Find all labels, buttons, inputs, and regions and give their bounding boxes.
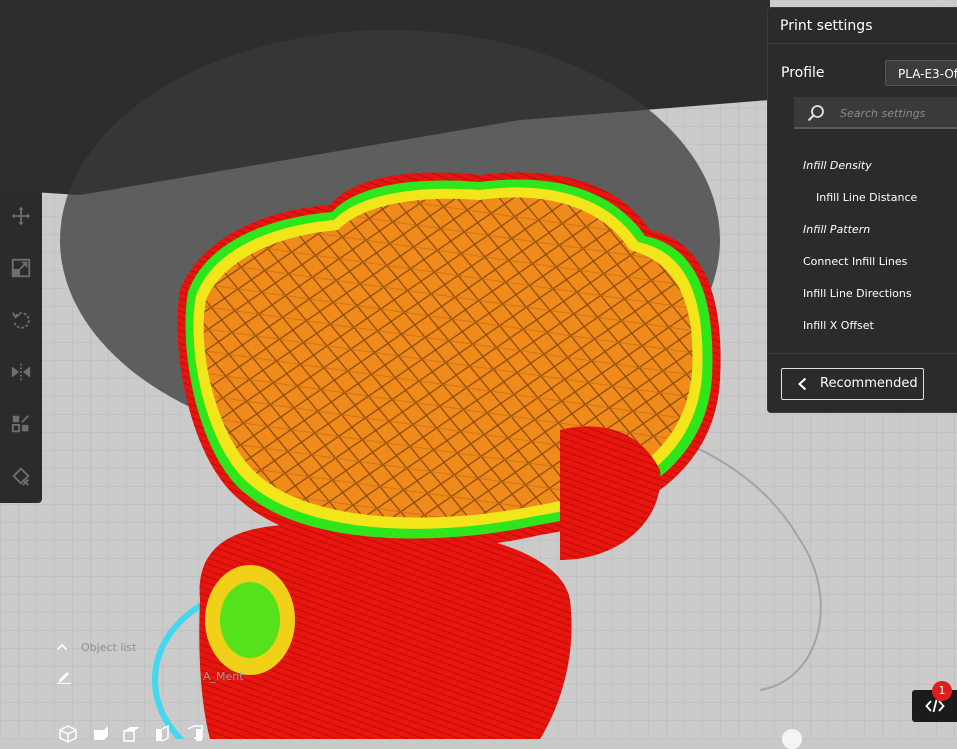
panel-divider bbox=[768, 43, 957, 44]
mirror-icon bbox=[11, 363, 31, 381]
rotate-tool-button[interactable] bbox=[3, 302, 39, 338]
edit-icon[interactable] bbox=[56, 668, 72, 684]
notification-badge: 1 bbox=[932, 681, 952, 701]
setting-infill-line-distance[interactable]: Infill Line Distance bbox=[816, 182, 917, 214]
left-view-icon[interactable] bbox=[154, 725, 174, 743]
setting-infill-x-offset[interactable]: Infill X Offset bbox=[803, 310, 874, 342]
support-blocker-icon bbox=[12, 467, 30, 486]
3d-view-icon[interactable] bbox=[58, 725, 78, 743]
search-icon bbox=[807, 105, 824, 122]
setting-infill-y-offset[interactable]: Infill Y Offset bbox=[803, 342, 873, 352]
scale-tool-button[interactable] bbox=[3, 250, 39, 286]
support-blocker-button[interactable] bbox=[3, 458, 39, 494]
search-placeholder: Search settings bbox=[840, 107, 926, 120]
top-view-icon[interactable] bbox=[122, 725, 142, 743]
chevron-left-icon bbox=[798, 377, 807, 391]
recommended-button[interactable]: Recommended bbox=[781, 368, 924, 400]
move-tool-button[interactable] bbox=[3, 198, 39, 234]
move-icon bbox=[11, 206, 31, 226]
layer-slider-handle[interactable] bbox=[782, 729, 802, 749]
panel-footer-divider bbox=[768, 353, 957, 354]
scale-icon bbox=[11, 258, 31, 278]
setting-infill-pattern[interactable]: Infill Pattern bbox=[803, 214, 870, 246]
setting-infill-line-directions[interactable]: Infill Line Directions bbox=[803, 278, 912, 310]
setting-connect-infill-lines[interactable]: Connect Infill Lines bbox=[803, 246, 907, 278]
recommended-label: Recommended bbox=[820, 376, 918, 391]
panel-title: Print settings bbox=[780, 18, 873, 34]
per-model-settings-icon bbox=[11, 415, 29, 433]
mirror-tool-button[interactable] bbox=[3, 354, 39, 390]
rotate-icon bbox=[11, 312, 30, 329]
per-model-settings-button[interactable] bbox=[3, 406, 39, 442]
right-view-icon[interactable] bbox=[186, 725, 206, 743]
front-view-icon[interactable] bbox=[90, 725, 110, 743]
object-list-toggle[interactable]: Object list bbox=[81, 641, 136, 654]
left-toolbar bbox=[0, 190, 42, 503]
profile-label: Profile bbox=[781, 65, 825, 81]
profile-dropdown[interactable]: PLA-E3-Offi bbox=[885, 60, 957, 86]
settings-list[interactable]: Infill Density Infill Line Distance Infi… bbox=[768, 142, 957, 352]
search-settings-input[interactable]: Search settings bbox=[794, 97, 957, 129]
print-settings-panel: Print settings Profile PLA-E3-Offi Searc… bbox=[767, 7, 957, 413]
chevron-up-icon[interactable] bbox=[56, 641, 68, 653]
object-name-label: A_Ment bbox=[203, 670, 244, 683]
setting-infill-density[interactable]: Infill Density bbox=[803, 150, 872, 182]
